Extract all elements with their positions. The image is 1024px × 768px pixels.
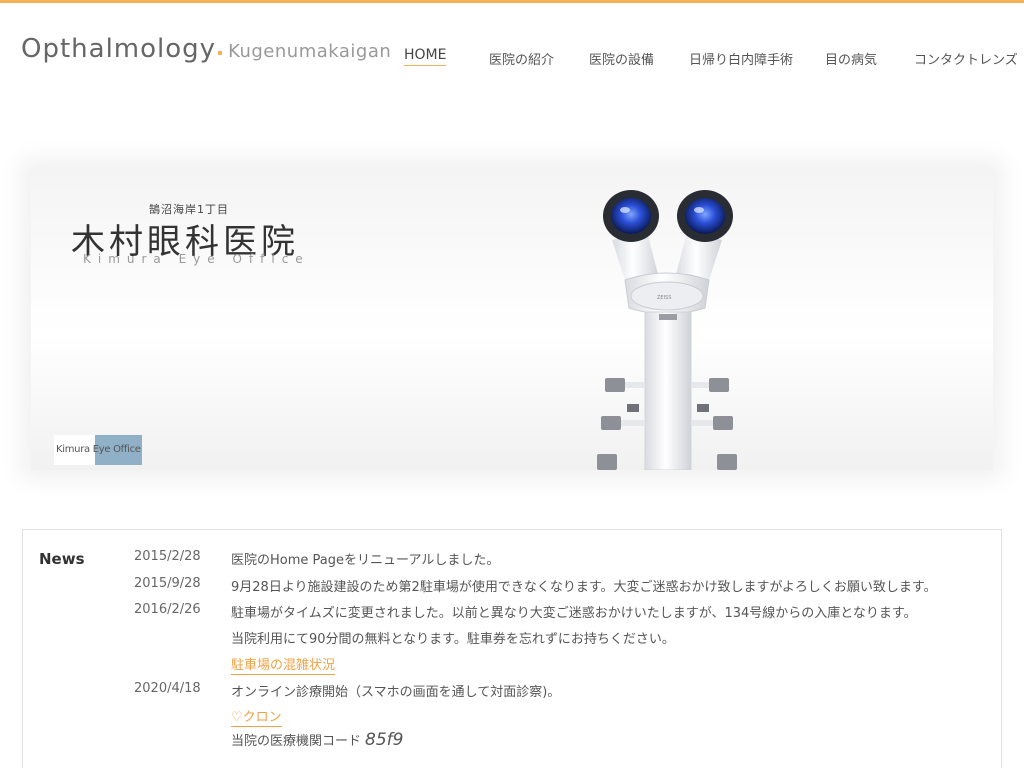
news-text: 9月28日より施設建設のため第2駐車場が使用できなくなります。大変ご迷惑おかけ致… — [231, 580, 937, 595]
nav-item-home[interactable]: HOME — [404, 47, 447, 66]
news-text: オンライン診療開始（スマホの画面を通して対面診察)。 — [231, 685, 561, 700]
news-text: 駐車場がタイムズに変更されました。以前と異なり大変ご迷惑おかけいたしますが、13… — [231, 606, 917, 621]
news-date: 2015/2/28 — [134, 549, 201, 564]
news-text: 医院のHome Pageをリニューアルしました。 — [231, 553, 500, 568]
hero-subtitle: Kimura Eye Office — [83, 252, 310, 266]
microscope-image: ZEISS — [597, 190, 737, 470]
news-heading: News — [39, 550, 85, 568]
main-nav: HOME 医院の紹介 医院の設備 日帰り白内障手術 目の病気 コンタクトレンズ — [404, 46, 1018, 70]
badge-text: Kimura Eye Office — [56, 444, 141, 455]
brand-sub: Kugenumakaigan — [228, 41, 392, 62]
nav-item-cataract-surgery[interactable]: 日帰り白内障手術 — [689, 49, 793, 70]
brand-main: Opthalmology — [21, 34, 217, 64]
hero-banner: 鵠沼海岸1丁目 木村眼科医院 Kimura Eye Office ZEISS K… — [31, 168, 993, 470]
site-logo[interactable]: Opthalmology Kugenumakaigan — [21, 34, 391, 64]
hero-badge: Kimura Eye Office — [54, 435, 142, 465]
news-date: 2020/4/18 — [134, 681, 201, 696]
curon-link[interactable]: ♡クロン — [231, 706, 282, 727]
parking-status-link[interactable]: 駐車場の混雑状況 — [231, 654, 336, 675]
nav-item-eye-diseases[interactable]: 目の病気 — [825, 49, 877, 70]
facility-code-value: 85f9 — [365, 730, 404, 750]
facility-code: 当院の医療機関コード 85f9 — [231, 730, 403, 750]
top-accent-bar — [0, 0, 1024, 3]
nav-item-about[interactable]: 医院の紹介 — [489, 49, 554, 70]
news-date: 2016/2/26 — [134, 602, 201, 617]
news-text-secondary: 当院利用にて90分間の無料となります。駐車券を忘れずにお持ちください。 — [231, 632, 675, 647]
news-section: News 2015/2/28 医院のHome Pageをリニューアルしました。 … — [22, 529, 1002, 768]
news-date: 2015/9/28 — [134, 576, 201, 591]
svg-text:ZEISS: ZEISS — [657, 295, 671, 301]
nav-item-contact-lenses[interactable]: コンタクトレンズ — [914, 49, 1018, 70]
brand-dot — [218, 51, 223, 55]
facility-code-label: 当院の医療機関コード — [231, 734, 362, 749]
nav-item-facilities[interactable]: 医院の設備 — [589, 49, 654, 70]
